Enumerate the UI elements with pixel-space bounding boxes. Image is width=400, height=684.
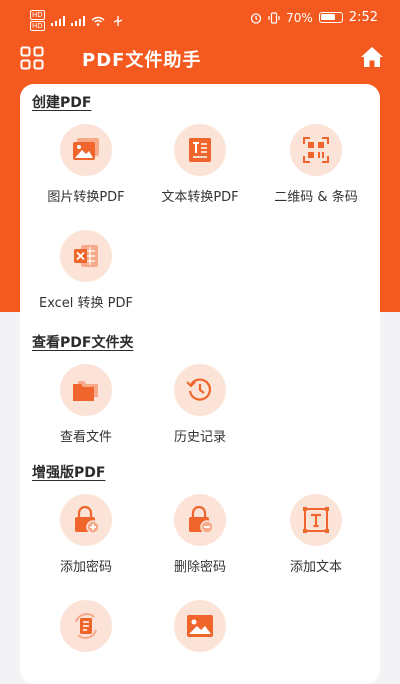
alarm-icon	[250, 12, 262, 24]
folder-icon	[73, 381, 98, 401]
clock: 2:52	[348, 10, 378, 25]
icon-circle	[60, 124, 112, 176]
signal-icon	[50, 15, 65, 26]
home-button[interactable]	[360, 45, 384, 69]
section-title-view-folder: 查看PDF文件夹	[32, 335, 134, 351]
qr-code-icon	[303, 137, 329, 163]
section-title-enhanced-pdf: 增强版PDF	[32, 465, 106, 481]
image-to-pdf-button[interactable]: 图片转换PDF	[28, 124, 144, 205]
menu-button[interactable]	[20, 46, 44, 70]
remove-password-button[interactable]: 删除密码	[142, 494, 258, 575]
wifi-icon	[91, 16, 105, 26]
excel-icon	[74, 245, 98, 267]
icon-circle	[174, 364, 226, 416]
text-doc-icon	[189, 138, 211, 162]
vibrate-icon	[268, 11, 280, 24]
icon-circle	[174, 600, 226, 652]
status-bar: HD HD 70% 2:52	[0, 0, 400, 36]
hd-badge: HD	[30, 10, 45, 20]
lock-add-icon	[75, 506, 100, 534]
history-button[interactable]: 历史记录	[142, 364, 258, 445]
status-left: HD HD	[30, 10, 125, 31]
app-title: PDF文件助手	[82, 50, 202, 71]
icon-circle	[290, 494, 342, 546]
image-to-pdf-label: 图片转换PDF	[47, 190, 125, 205]
view-files-button[interactable]: 查看文件	[28, 364, 144, 445]
remove-password-label: 删除密码	[173, 560, 226, 575]
image-tool-button[interactable]	[142, 600, 258, 662]
icon-circle	[174, 494, 226, 546]
image-icon	[73, 138, 99, 160]
add-text-icon	[303, 507, 329, 533]
battery-percent: 70%	[286, 10, 313, 25]
excel-to-pdf-label: Excel 转换 PDF	[38, 296, 134, 311]
add-text-label: 添加文本	[289, 560, 342, 575]
app-bar: PDF文件助手	[0, 38, 400, 78]
icon-circle	[174, 124, 226, 176]
icon-circle	[60, 600, 112, 652]
icon-circle	[60, 364, 112, 416]
rotate-document-button[interactable]	[28, 600, 144, 662]
lock-remove-icon	[189, 506, 214, 534]
icon-circle	[290, 124, 342, 176]
battery-icon	[318, 12, 343, 23]
icon-circle	[60, 230, 112, 282]
view-files-label: 查看文件	[59, 430, 112, 445]
hd-badge: HD	[30, 21, 45, 31]
section-title-create-pdf: 创建PDF	[32, 95, 92, 111]
text-to-pdf-button[interactable]: 文本转换PDF	[142, 124, 258, 205]
excel-to-pdf-button[interactable]: Excel 转换 PDF	[28, 230, 144, 311]
history-label: 历史记录	[173, 430, 226, 445]
hd-badges: HD HD	[30, 10, 45, 31]
usb-icon	[113, 15, 122, 26]
feature-card: 创建PDF 图片转换PDF 文本转换PDF 二维码 & 条码 Excel 转换 …	[20, 84, 380, 684]
qr-barcode-label: 二维码 & 条码	[274, 190, 358, 205]
status-right: 70% 2:52	[250, 10, 378, 25]
history-icon	[186, 378, 211, 401]
rotate-doc-icon	[75, 613, 97, 639]
add-text-button[interactable]: 添加文本	[258, 494, 374, 575]
home-icon	[361, 47, 383, 67]
qr-barcode-button[interactable]: 二维码 & 条码	[258, 124, 374, 205]
text-to-pdf-label: 文本转换PDF	[161, 190, 239, 205]
add-password-button[interactable]: 添加密码	[28, 494, 144, 575]
icon-circle	[60, 494, 112, 546]
image-icon	[187, 615, 213, 637]
signal-icon	[70, 15, 85, 26]
grid-menu-icon	[20, 46, 44, 70]
add-password-label: 添加密码	[59, 560, 112, 575]
